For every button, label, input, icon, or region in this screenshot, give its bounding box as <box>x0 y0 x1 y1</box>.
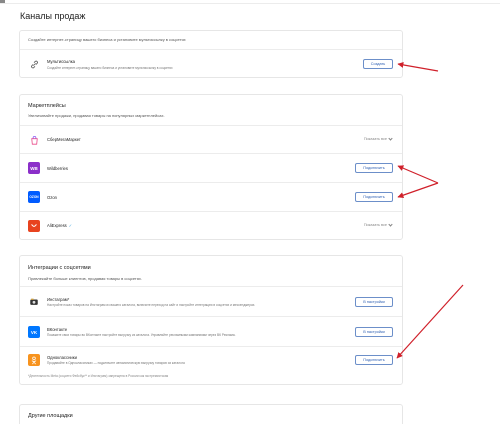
connect-wildberries-button[interactable]: Подключить <box>355 163 393 173</box>
vk-description: Покажите свои товары во ВКонтакте настро… <box>47 333 236 337</box>
meta-footnote: *Деятельность Meta (соцсети Фейсбук** и … <box>28 374 169 378</box>
sbermegamarket-icon <box>28 134 40 146</box>
aliexpress-name: AliExpress ✓ <box>47 223 73 228</box>
instagram-name: Инстаграм* <box>47 297 70 302</box>
social-card: Интеграции с соцсетями Привлекайте больш… <box>19 255 403 385</box>
marketplace-row-wildberries: WB Wildberries Подключить <box>20 153 402 182</box>
instagram-icon <box>28 296 40 308</box>
ozon-name: Ozon <box>47 195 58 200</box>
arrow-to-ozon-button <box>397 182 439 199</box>
aliexpress-icon <box>28 220 40 232</box>
social-title: Интеграции с соцсетями <box>28 265 91 271</box>
vk-name: ВКонтакте <box>47 327 68 332</box>
marketplaces-title: Маркетплейсы <box>28 103 66 109</box>
arrow-to-odnoklassniki-button <box>396 284 464 359</box>
connect-odnoklassniki-button[interactable]: Подключить <box>355 355 393 365</box>
instagram-settings-button[interactable]: В настройки <box>355 297 393 307</box>
wildberries-icon: WB <box>28 162 40 174</box>
marketplace-row-ozon: OZON Ozon Подключить <box>20 182 402 211</box>
show-all-label: Показать все <box>363 137 387 141</box>
multilink-row: Мультиссылка Создайте интернет-страницу … <box>20 49 402 78</box>
link-icon <box>28 58 40 70</box>
chevron-down-icon <box>388 222 393 227</box>
wildberries-name: Wildberries <box>47 166 68 171</box>
social-row-vk: VK ВКонтакте Покажите свои товары во ВКо… <box>20 316 402 346</box>
sbermegamarket-show-all[interactable]: Показать все <box>363 136 393 141</box>
marketplace-row-aliexpress: AliExpress ✓ Показать все <box>20 211 402 240</box>
social-row-instagram: Инстаграм* Настройте показ товаров на Ин… <box>20 286 402 316</box>
other-platforms-title: Другие площадки <box>28 413 73 419</box>
odnoklassniki-icon <box>28 354 40 366</box>
window-indicator <box>0 0 5 3</box>
social-row-odnoklassniki: Одноклассники Продавайте в Одноклассника… <box>20 346 402 385</box>
ozon-icon: OZON <box>28 191 40 203</box>
instagram-description: Настройте показ товаров на Инстаграм из … <box>47 303 256 307</box>
vk-settings-button[interactable]: В настройки <box>355 327 393 337</box>
multilink-card-description: Создайте интернет-страницу вашего бизнес… <box>28 37 186 42</box>
sbermegamarket-name: СберМегаМаркет <box>47 137 81 142</box>
connect-ozon-button[interactable]: Подключить <box>355 192 393 202</box>
marketplaces-description: Увеличивайте продажи, продавая товары на… <box>28 113 165 118</box>
multilink-name: Мультиссылка <box>47 59 75 64</box>
aliexpress-show-all[interactable]: Показать все <box>363 222 393 227</box>
chevron-down-icon <box>388 136 393 141</box>
vk-icon: VK <box>28 326 40 338</box>
odnoklassniki-description: Продавайте в Одноклассниках — подключите… <box>47 361 185 365</box>
create-multilink-button[interactable]: Создать <box>363 59 393 69</box>
social-description: Привлекайте больше клиентов, продавая то… <box>28 276 143 281</box>
arrow-to-create-button <box>397 61 439 72</box>
marketplace-row-sbermegamarket: СберМегаМаркет Показать все <box>20 125 402 153</box>
other-platforms-card: Другие площадки <box>19 404 403 424</box>
multilink-description: Создайте интернет-страницу вашего бизнес… <box>47 66 173 70</box>
odnoklassniki-name: Одноклассники <box>47 355 77 360</box>
show-all-label: Показать все <box>363 223 387 227</box>
multilink-card: Создайте интернет-страницу вашего бизнес… <box>19 30 403 78</box>
page-title: Каналы продаж <box>20 11 86 21</box>
arrow-to-wildberries-button <box>397 165 439 184</box>
top-bar <box>0 0 500 4</box>
marketplaces-card: Маркетплейсы Увеличивайте продажи, прода… <box>19 94 403 240</box>
verified-check-icon: ✓ <box>68 223 73 228</box>
